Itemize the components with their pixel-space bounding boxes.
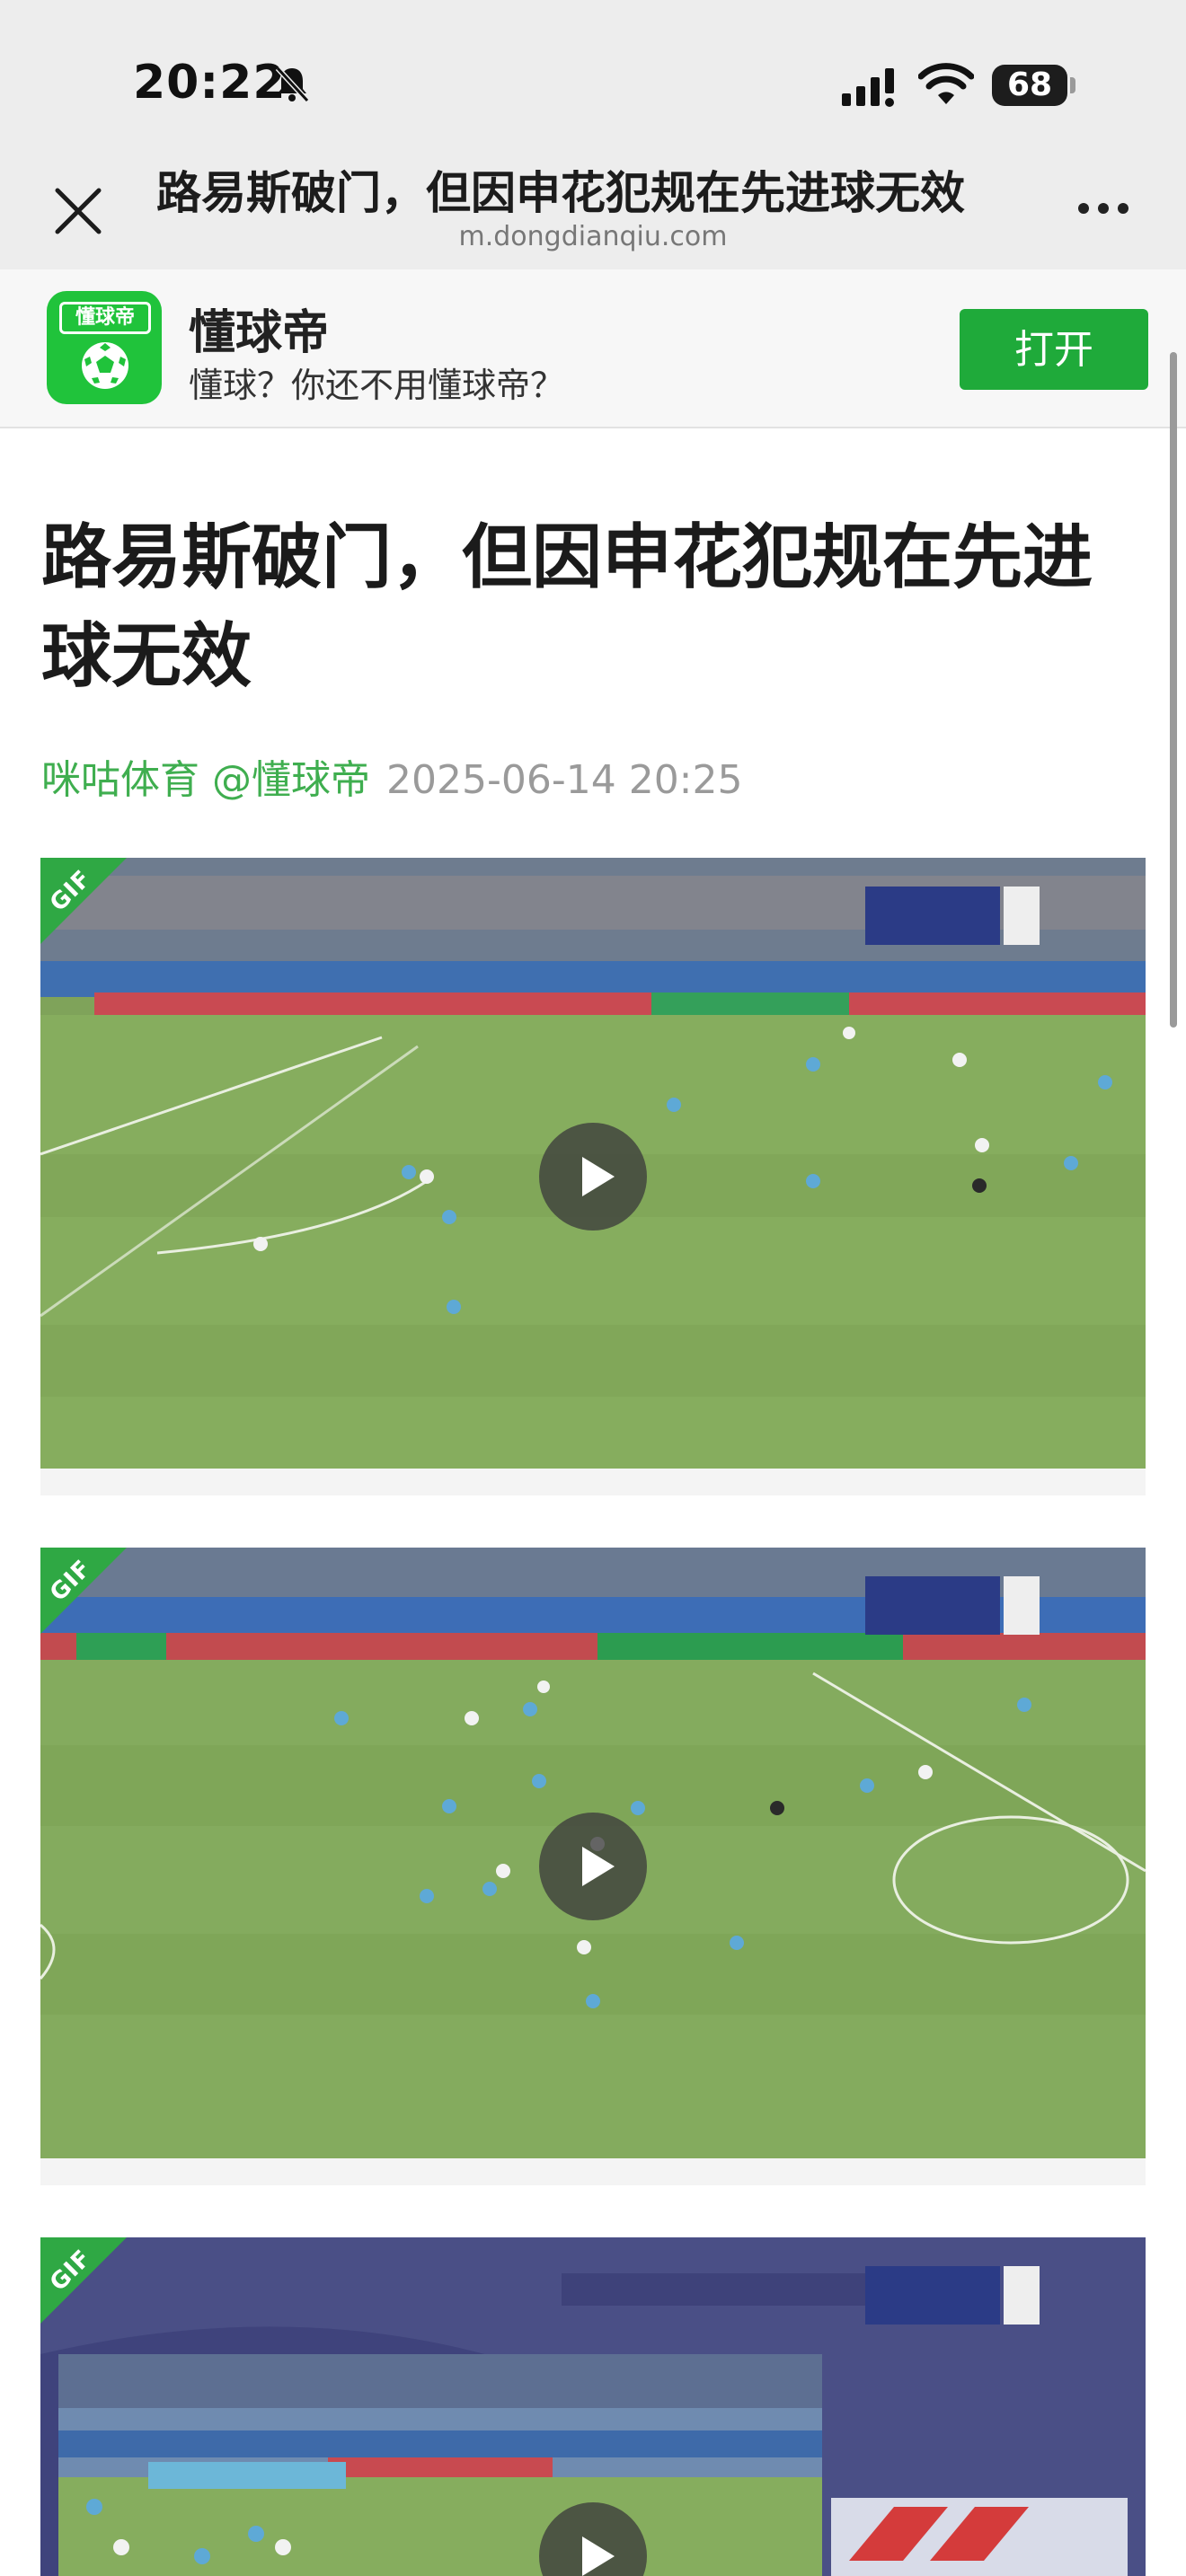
football-icon — [82, 342, 128, 389]
page-url: m.dongdianqiu.com — [458, 221, 728, 252]
more-icon-dot — [1118, 203, 1128, 214]
bell-muted-icon — [275, 66, 310, 103]
gif-video-1[interactable]: GIF — [40, 858, 1146, 1469]
gif-divider — [40, 2158, 1146, 2185]
wifi-icon — [918, 63, 974, 104]
battery-indicator: 68 — [992, 65, 1067, 106]
more-menu-button[interactable] — [1074, 193, 1138, 224]
signal-icon — [842, 68, 894, 107]
article-date: 2025-06-14 20:25 — [386, 757, 743, 803]
play-button[interactable] — [539, 1813, 647, 1920]
more-icon-dot — [1098, 203, 1109, 214]
article-byline: 咪咕体育 @懂球帝 2025-06-14 20:25 — [41, 747, 743, 805]
play-button[interactable] — [539, 2502, 647, 2576]
play-button[interactable] — [539, 1123, 647, 1231]
app-name: 懂球帝 — [189, 306, 330, 360]
more-icon — [1078, 203, 1089, 214]
scrollbar[interactable] — [1170, 352, 1177, 1028]
play-icon — [582, 1157, 615, 1196]
page-title-header: 路易斯破门，但因申花犯规在先进球无效 — [156, 167, 965, 219]
article-title: 路易斯破门，但因申花犯规在先进球无效 — [41, 517, 1093, 697]
status-time: 20:22 — [133, 56, 287, 110]
gif-video-3[interactable]: GIF — [40, 2237, 1146, 2576]
app-slogan: 懂球？你还不用懂球帝？ — [189, 366, 565, 405]
app-logo-text: 懂球帝 — [59, 302, 151, 334]
app-logo[interactable]: 懂球帝 — [47, 291, 162, 404]
open-app-button[interactable]: 打开 — [960, 309, 1148, 390]
gif-divider — [40, 1469, 1146, 1495]
play-icon — [582, 2536, 615, 2576]
play-icon — [582, 1847, 615, 1886]
battery-cap — [1070, 77, 1075, 93]
gif-video-2[interactable]: GIF — [40, 1548, 1146, 2158]
article-source[interactable]: 咪咕体育 @懂球帝 — [41, 757, 370, 803]
